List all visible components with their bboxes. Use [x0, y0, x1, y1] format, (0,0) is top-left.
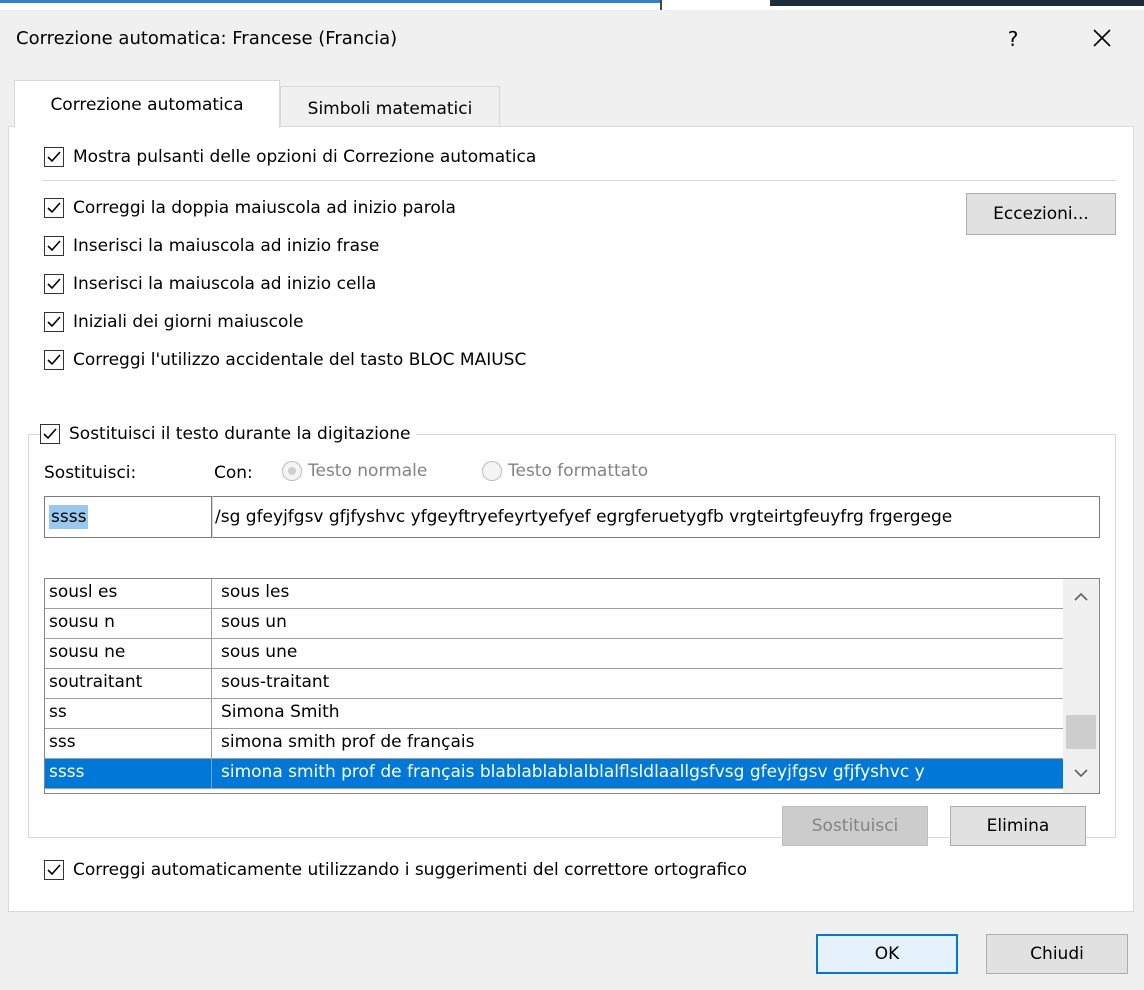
spellcheck-suggestions-checkbox[interactable]	[44, 860, 64, 880]
entry-key: sousu n	[49, 612, 115, 632]
double-caps-checkbox[interactable]	[44, 198, 64, 218]
sentence-caps-checkbox[interactable]	[44, 236, 64, 256]
scrollbar-thumb[interactable]	[1066, 715, 1096, 749]
checkmark-icon	[47, 202, 61, 214]
entry-value: sous une	[221, 642, 298, 662]
plain-text-radio[interactable]: Testo normale	[282, 461, 427, 481]
show-options-buttons-label: Mostra pulsanti delle opzioni di Correzi…	[73, 147, 537, 167]
checkmark-icon	[47, 354, 61, 366]
replace-text-label: Sostituisci il testo durante la digitazi…	[69, 424, 411, 444]
exceptions-button[interactable]: Eccezioni...	[966, 193, 1116, 235]
delete-button[interactable]: Elimina	[950, 806, 1086, 846]
replace-input[interactable]: ssss	[44, 496, 212, 538]
replace-text-checkbox[interactable]	[40, 424, 60, 444]
background-accent-bar	[0, 0, 660, 3]
dialog-titlebar: Correzione automatica: Francese (Francia…	[0, 10, 1144, 66]
entry-value: sous-traitant	[221, 672, 330, 692]
close-icon	[1093, 29, 1111, 47]
ok-button[interactable]: OK	[816, 934, 958, 974]
checkmark-icon	[47, 278, 61, 290]
column-divider	[211, 729, 212, 759]
column-divider	[211, 699, 212, 729]
with-input[interactable]: /sg gfeyjfgsv gfjfyshvc yfgeyftryefeyrty…	[212, 496, 1100, 538]
replace-field-label: Sostituisci:	[44, 463, 137, 483]
column-divider	[211, 669, 212, 699]
help-button[interactable]: ?	[996, 22, 1030, 56]
column-divider	[211, 609, 212, 639]
replace-input-value: ssss	[49, 505, 89, 529]
radio-circle	[482, 461, 502, 481]
column-divider	[211, 579, 212, 609]
spellcheck-suggestions-option[interactable]: Correggi automaticamente utilizzando i s…	[44, 857, 747, 883]
checkmark-icon	[47, 864, 61, 876]
caps-lock-label: Correggi l'utilizzo accidentale del tast…	[73, 350, 527, 370]
day-names-checkbox[interactable]	[44, 312, 64, 332]
formatted-text-radio[interactable]: Testo formattato	[482, 461, 648, 481]
double-caps-label: Correggi la doppia maiuscola ad inizio p…	[73, 198, 456, 218]
radio-dot	[288, 467, 296, 475]
with-field-label: Con:	[214, 463, 253, 483]
tab-correzione-automatica[interactable]: Correzione automatica	[14, 80, 280, 128]
background-window-strip	[0, 0, 1144, 10]
caps-lock-checkbox[interactable]	[44, 350, 64, 370]
background-heading-fragment	[770, 0, 1144, 6]
entry-value: simona smith prof de français	[221, 732, 475, 752]
close-button[interactable]	[1082, 22, 1122, 56]
checkmark-icon	[47, 151, 61, 163]
cell-caps-checkbox[interactable]	[44, 274, 64, 294]
list-item[interactable]: sousl es sous les	[45, 579, 1063, 609]
list-item[interactable]: soutraitant sous-traitant	[45, 669, 1063, 699]
list-item[interactable]: sousu n sous un	[45, 609, 1063, 639]
list-item-selected[interactable]: ssss simona smith prof de français blabl…	[45, 759, 1063, 789]
list-item[interactable]: sss simona smith prof de français	[45, 729, 1063, 759]
list-item[interactable]: ss Simona Smith	[45, 699, 1063, 729]
entry-key: soutraitant	[49, 672, 143, 692]
separator	[42, 180, 1116, 181]
entry-key: sousl es	[49, 582, 118, 602]
replace-button[interactable]: Sostituisci	[782, 806, 928, 846]
plain-text-label: Testo normale	[308, 461, 428, 481]
formatted-text-label: Testo formattato	[508, 461, 649, 481]
entry-key: ss	[49, 702, 67, 722]
day-names-label: Iniziali dei giorni maiuscole	[73, 312, 304, 332]
radio-circle	[282, 461, 302, 481]
day-names-option[interactable]: Iniziali dei giorni maiuscole	[44, 309, 304, 335]
show-options-buttons-checkbox[interactable]	[44, 147, 64, 167]
tab-simboli-matematici[interactable]: Simboli matematici	[280, 86, 500, 128]
close-dialog-button[interactable]: Chiudi	[986, 934, 1128, 974]
checkmark-icon	[47, 240, 61, 252]
show-options-buttons-option[interactable]: Mostra pulsanti delle opzioni di Correzi…	[44, 144, 536, 170]
cell-caps-label: Inserisci la maiuscola ad inizio cella	[73, 274, 377, 294]
column-divider	[211, 759, 212, 789]
caps-lock-option[interactable]: Correggi l'utilizzo accidentale del tast…	[44, 347, 526, 373]
chevron-down-icon[interactable]	[1071, 763, 1091, 783]
checkmark-icon	[47, 316, 61, 328]
replace-text-option[interactable]: Sostituisci il testo durante la digitazi…	[40, 421, 417, 447]
background-divider	[660, 0, 662, 10]
dialog-title: Correzione automatica: Francese (Francia…	[16, 28, 398, 49]
entry-key: ssss	[49, 762, 85, 782]
entry-value: Simona Smith	[221, 702, 340, 722]
chevron-up-icon[interactable]	[1071, 587, 1091, 607]
list-scrollbar[interactable]	[1063, 579, 1099, 793]
double-caps-option[interactable]: Correggi la doppia maiuscola ad inizio p…	[44, 195, 456, 221]
checkmark-icon	[43, 428, 57, 440]
entry-value: sous les	[221, 582, 290, 602]
entry-key: sss	[49, 732, 76, 752]
entry-value: simona smith prof de français blablablab…	[221, 762, 925, 782]
list-item[interactable]: sousu ne sous une	[45, 639, 1063, 669]
cell-caps-option[interactable]: Inserisci la maiuscola ad inizio cella	[44, 271, 376, 297]
entry-key: sousu ne	[49, 642, 126, 662]
column-divider	[211, 639, 212, 669]
spellcheck-suggestions-label: Correggi automaticamente utilizzando i s…	[73, 860, 748, 880]
entry-value: sous un	[221, 612, 287, 632]
autocorrect-entries-list[interactable]: sousl es sous les sousu n sous un sousu …	[44, 578, 1100, 794]
sentence-caps-option[interactable]: Inserisci la maiuscola ad inizio frase	[44, 233, 379, 259]
with-input-value: /sg gfeyjfgsv gfjfyshvc yfgeyftryefeyrty…	[215, 507, 953, 527]
sentence-caps-label: Inserisci la maiuscola ad inizio frase	[73, 236, 380, 256]
